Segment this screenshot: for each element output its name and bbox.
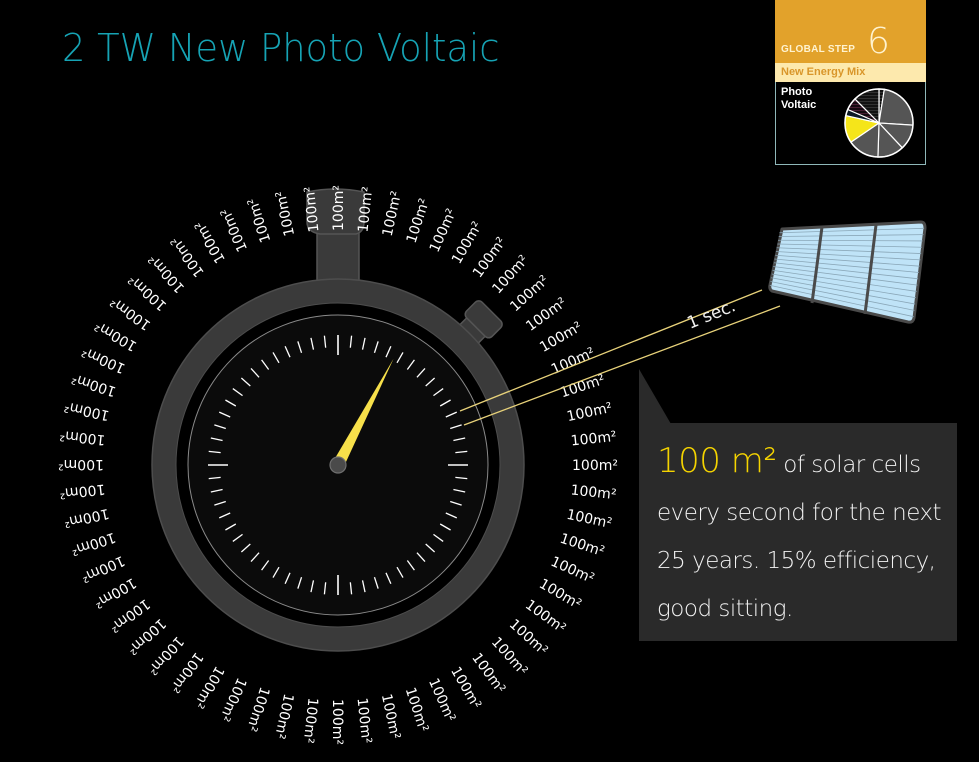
ring-label: 100m² [558, 531, 607, 560]
ring-label: 100m² [570, 429, 617, 450]
ring-label: 100m² [300, 697, 321, 744]
ring-label: 100m² [572, 458, 618, 474]
ring-label: 100m² [273, 189, 298, 237]
connector-line-bottom [463, 305, 781, 426]
one-second-label: 1 sec. [684, 296, 738, 333]
ring-label: 100m² [425, 676, 458, 725]
ring-label: 100m² [355, 186, 376, 233]
hand-pivot [329, 456, 347, 474]
solar-panel-frame [768, 220, 927, 324]
ring-label: 100m² [218, 206, 251, 255]
callout-tail [639, 369, 671, 424]
ring-label: 100m² [59, 427, 106, 448]
ring-label: 100m² [271, 692, 296, 740]
callout-highlight-value: 100 m² [657, 441, 777, 481]
ring-label: 100m² [570, 482, 617, 503]
ring-label: 100m² [354, 697, 375, 744]
ring-label: 100m² [565, 507, 613, 532]
ring-label: 100m² [404, 197, 433, 246]
info-callout: 100 m² of solar cells every second for t… [639, 423, 957, 641]
ring-label: 100m² [58, 456, 104, 472]
stopwatch-illustration: 100m² 100m² 100m²100m²100m²100m²100m²100m²… [58, 185, 927, 745]
ring-label: 100m² [243, 685, 272, 734]
ring-label: 100m² [59, 481, 106, 502]
solar-panel [768, 220, 927, 324]
ring-label: 100m² [329, 699, 345, 745]
ring-label: 100m² [69, 529, 118, 558]
ring-label: 100m² [63, 398, 111, 423]
ring-label: 100m² [70, 370, 119, 399]
ring-label: 100m² [331, 185, 347, 231]
ring-label: 100m² [380, 190, 405, 238]
callout-text: 100 m² of solar cells every second for t… [657, 437, 957, 633]
ring-label: 100m² [62, 505, 110, 530]
ring-label: 100m² [565, 400, 613, 425]
ring-label: 100m² [245, 196, 274, 245]
ring-label: 100m² [402, 685, 431, 734]
ring-label: 100m² [79, 552, 128, 585]
ring-label: 100m² [378, 692, 403, 740]
